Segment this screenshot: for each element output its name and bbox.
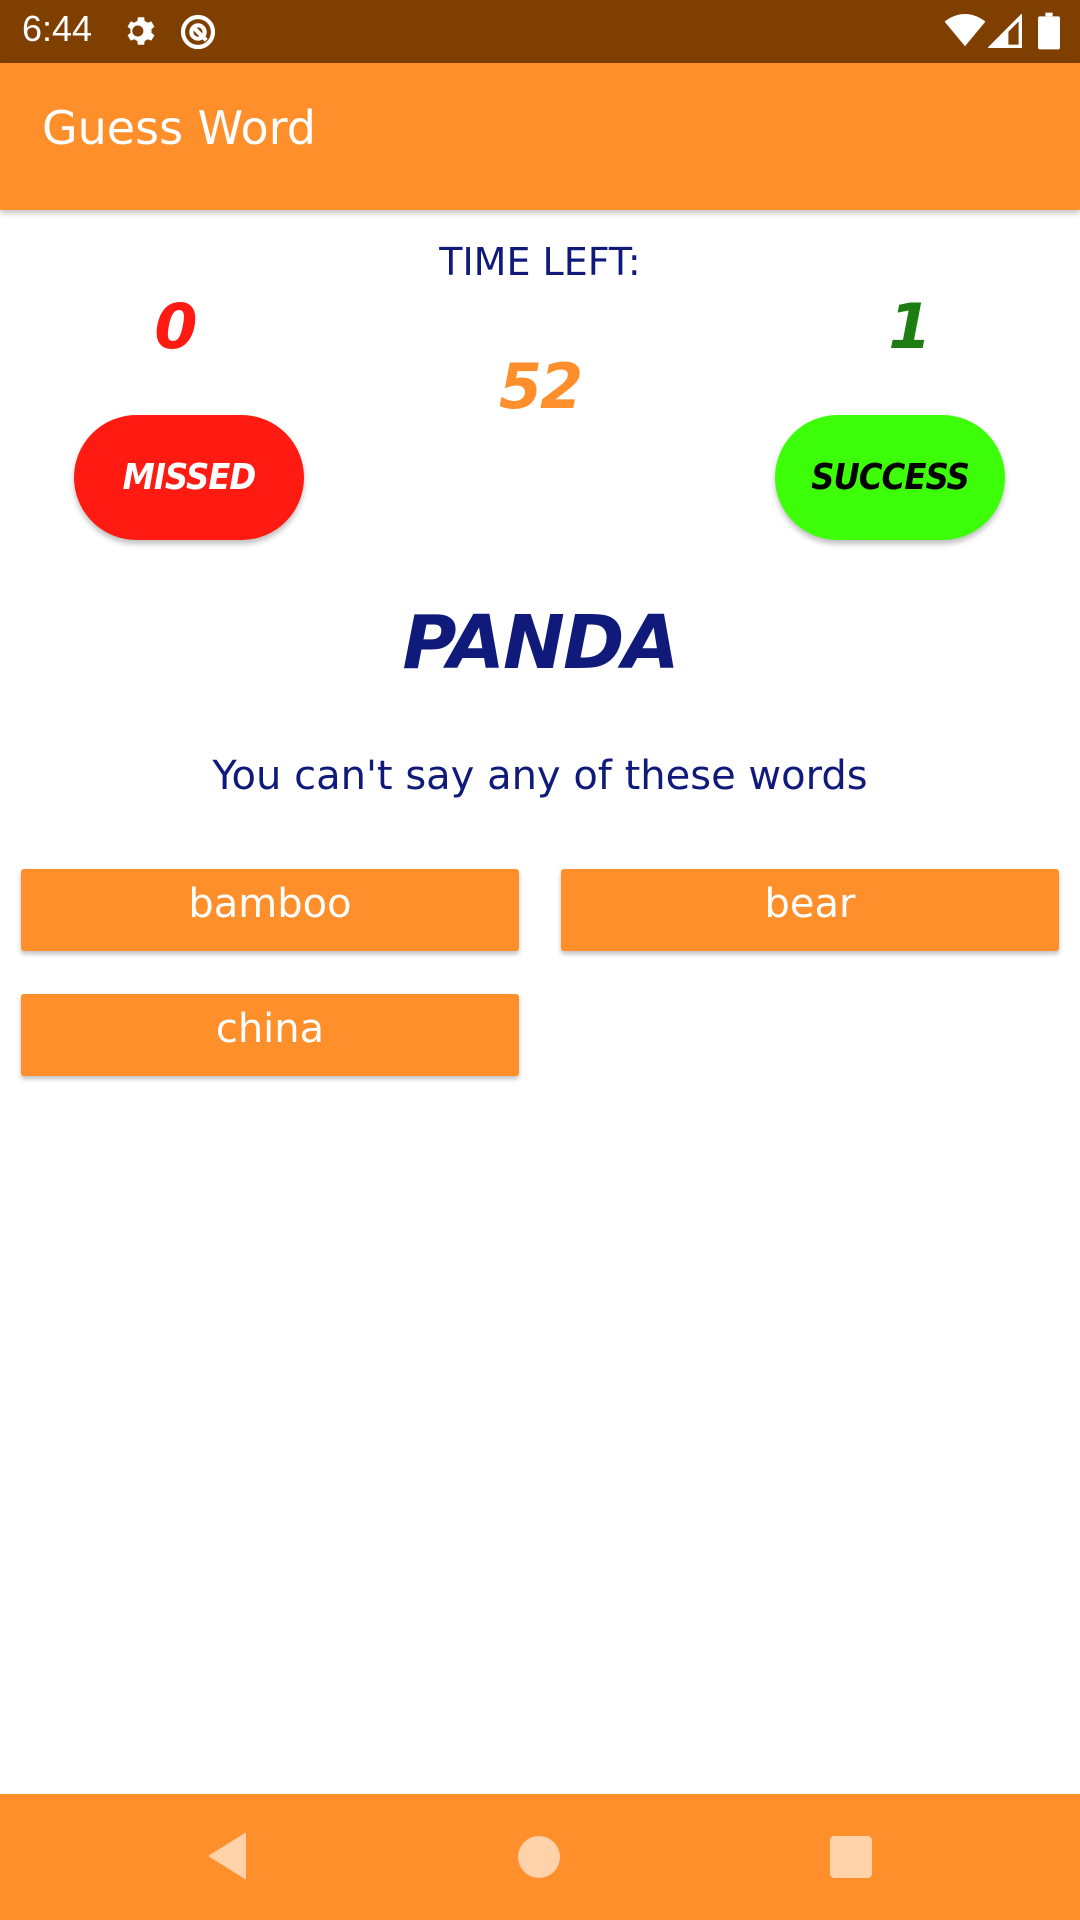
timer-value: 52 (498, 350, 583, 423)
success-button-label: SUCCESS (811, 457, 970, 498)
forbidden-word-button[interactable]: bear (561, 869, 1059, 951)
settings-icon (122, 12, 160, 54)
wifi-icon (944, 14, 986, 52)
missed-button-label: MISSED (122, 457, 257, 498)
home-icon[interactable] (518, 1836, 560, 1882)
back-icon[interactable] (202, 1830, 252, 1886)
instructions-text: You can't say any of these words (212, 753, 868, 799)
time-left-label: TIME LEFT: (439, 240, 641, 284)
recents-icon[interactable] (830, 1836, 872, 1882)
target-word: PANDA (402, 600, 679, 686)
vpn-icon (178, 12, 218, 56)
forbidden-word-button[interactable]: bamboo (21, 869, 519, 951)
success-button[interactable]: SUCCESS (775, 415, 1005, 540)
signal-icon (987, 13, 1022, 52)
success-count: 1 (888, 290, 932, 363)
app-title: Guess Word (42, 101, 316, 155)
missed-count: 0 (154, 290, 198, 363)
status-bar: 6:44 (0, 0, 1080, 63)
missed-button[interactable]: MISSED (74, 415, 304, 540)
navigation-bar (0, 1794, 1080, 1920)
status-time: 6:44 (22, 8, 93, 49)
app-bar: Guess Word (0, 63, 1080, 210)
forbidden-word-button[interactable]: china (21, 994, 519, 1076)
battery-icon (1038, 12, 1060, 54)
